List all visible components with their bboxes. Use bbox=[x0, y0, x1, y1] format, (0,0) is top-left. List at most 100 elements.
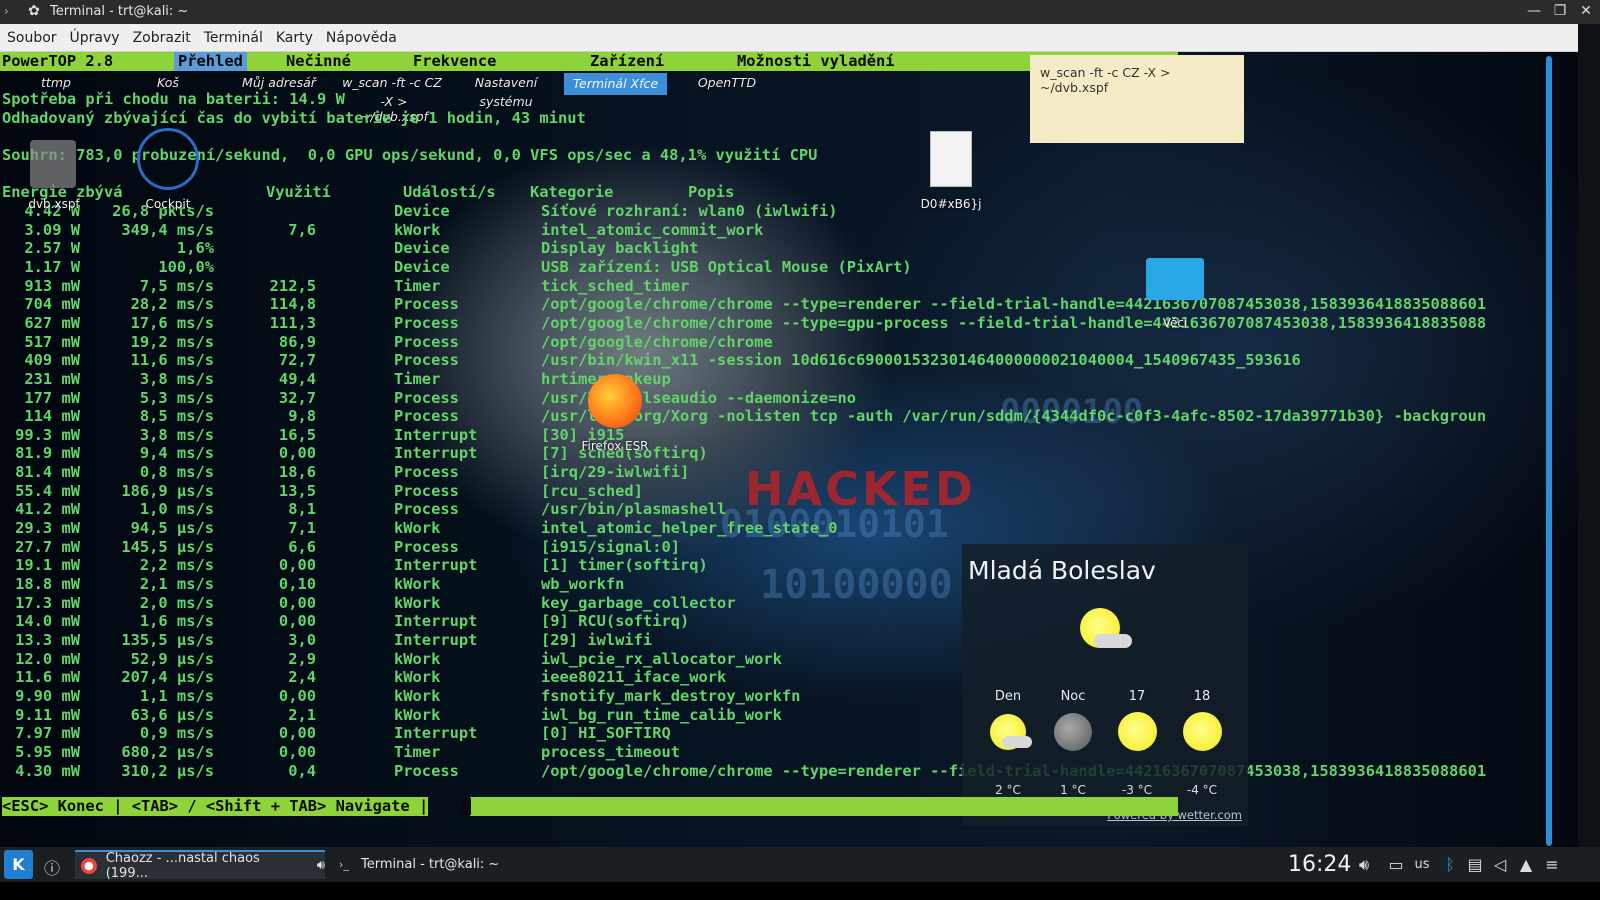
cell-events: 2,1 bbox=[288, 705, 316, 724]
sun-icon bbox=[1118, 712, 1157, 751]
cell-category: Timer bbox=[394, 369, 441, 388]
panel-item-ttmp[interactable]: ttmp bbox=[40, 75, 72, 90]
sticky-note[interactable]: w_scan -ft -c CZ -X > ~/dvb.xspf bbox=[1030, 55, 1244, 143]
audio-icon[interactable]: ◁ bbox=[1490, 855, 1510, 874]
cell-events: 114,8 bbox=[269, 295, 316, 314]
tab-prehled[interactable]: Přehled bbox=[174, 52, 247, 71]
cell-events: 0,00 bbox=[278, 742, 316, 761]
cell-description: /opt/google/chrome/chrome bbox=[541, 332, 773, 351]
cell-energy: 114 mW bbox=[24, 407, 80, 426]
cell-events: 2,9 bbox=[288, 649, 316, 668]
menu-terminal[interactable]: Terminál bbox=[204, 30, 263, 46]
cell-events: 9,8 bbox=[288, 407, 316, 426]
music-file-icon[interactable] bbox=[30, 140, 76, 188]
weather-widget: Mladá Boleslav Den Noc 17 18 2 °C 1 °C -… bbox=[962, 544, 1248, 826]
panel-item-nastaveni-line2[interactable]: systému bbox=[474, 94, 538, 109]
weather-day-temp: -3 °C bbox=[1121, 783, 1153, 797]
cell-energy: 27.7 mW bbox=[15, 537, 80, 556]
alert-icon[interactable]: ⓘ bbox=[42, 855, 62, 879]
desktop-label-cockpit[interactable]: Cockpit bbox=[140, 197, 196, 211]
tab-zarizeni[interactable]: Zařízení bbox=[590, 52, 664, 71]
panel-item-muj-adresar[interactable]: Můj adresář bbox=[240, 75, 318, 90]
taskbar-task-chrome[interactable]: ● Chaozz - ...nastal chaos (199... 🔊︎ bbox=[75, 850, 325, 881]
document-icon[interactable] bbox=[930, 131, 972, 187]
expand-tray-icon[interactable]: ▲ bbox=[1516, 855, 1536, 874]
cell-description: [30] i915 bbox=[541, 425, 625, 444]
cell-events: 49,4 bbox=[278, 369, 316, 388]
desktop-label-folder[interactable]: Věci bbox=[1150, 316, 1200, 330]
cell-energy: 9.11 mW bbox=[15, 705, 80, 724]
battery-icon[interactable]: ▭ bbox=[1386, 855, 1406, 874]
menu-icon[interactable]: ≡ bbox=[1542, 855, 1562, 874]
volume-icon[interactable]: 🔊︎ bbox=[1354, 855, 1374, 875]
cloud-icon bbox=[1002, 736, 1032, 748]
menu-upravy[interactable]: Úpravy bbox=[70, 30, 120, 46]
cell-events: 0,10 bbox=[278, 575, 316, 593]
clipboard-icon[interactable]: ▤ bbox=[1465, 855, 1485, 874]
cell-category: Interrupt bbox=[394, 444, 478, 463]
cell-events: 7,6 bbox=[288, 220, 316, 239]
taskbar-task-terminal[interactable]: ›_ Terminal - trt@kali: ~ bbox=[330, 850, 580, 879]
cell-description: /opt/google/chrome/chrome --type=gpu-pro… bbox=[541, 313, 1487, 332]
menu-napoveda[interactable]: Nápověda bbox=[326, 30, 397, 46]
cell-category: kWork bbox=[394, 220, 441, 239]
cell-category: kWork bbox=[394, 575, 441, 593]
cell-description: [rcu_sched] bbox=[541, 481, 643, 500]
maximize-button[interactable]: ❐ bbox=[1552, 2, 1568, 20]
cell-usage: 2,2 ms/s bbox=[139, 556, 214, 575]
cell-usage: 28,2 ms/s bbox=[130, 295, 214, 314]
header-kategorie: Kategorie bbox=[530, 183, 614, 201]
cell-category: Process bbox=[394, 351, 459, 370]
cell-usage: 3,8 ms/s bbox=[139, 369, 214, 388]
firefox-icon[interactable] bbox=[588, 374, 642, 428]
cell-usage: 100,0% bbox=[158, 257, 214, 276]
cell-events: 0,4 bbox=[288, 761, 316, 780]
cell-energy: 913 mW bbox=[24, 276, 80, 295]
summary-line: Souhrn: 783,0 probuzení/sekund, 0,0 GPU … bbox=[2, 146, 818, 164]
cell-category: Interrupt bbox=[394, 724, 478, 743]
application-launcher-icon[interactable]: K bbox=[4, 850, 33, 879]
menu-zobrazit[interactable]: Zobrazit bbox=[133, 30, 191, 46]
cockpit-icon[interactable] bbox=[137, 128, 199, 190]
cell-energy: 41.2 mW bbox=[15, 500, 80, 519]
terminal-scrollbar[interactable] bbox=[1546, 56, 1552, 846]
cell-usage: 1,0 ms/s bbox=[139, 500, 214, 519]
menu-karty[interactable]: Karty bbox=[276, 30, 313, 46]
minimize-button[interactable]: — bbox=[1526, 2, 1542, 20]
cell-category: Timer bbox=[394, 276, 441, 295]
cell-description: Síťové rozhraní: wlan0 (iwlwifi) bbox=[541, 202, 838, 220]
panel-item-nastaveni[interactable]: Nastavení bbox=[470, 75, 542, 90]
panel-item-openttd[interactable]: OpenTTD bbox=[696, 75, 758, 90]
cell-energy: 18.8 mW bbox=[15, 575, 80, 593]
window-titlebar: › ✿ Terminal - trt@kali: ~ — ❐ ✕ bbox=[0, 0, 1600, 24]
chevron-right-icon[interactable]: › bbox=[4, 4, 9, 18]
desktop-label-firefox[interactable]: Firefox ESR bbox=[576, 439, 654, 453]
cell-usage: 680,2 µs/s bbox=[121, 742, 214, 761]
bluetooth-icon[interactable]: ᛒ bbox=[1440, 855, 1460, 874]
keyboard-layout[interactable]: us bbox=[1412, 857, 1432, 872]
cell-category: Process bbox=[394, 500, 459, 519]
tab-necinne[interactable]: Nečinné bbox=[286, 52, 351, 71]
tab-frekvence[interactable]: Frekvence bbox=[413, 52, 496, 71]
tab-moznosti-vyladeni[interactable]: Možnosti vyladění bbox=[737, 52, 895, 71]
panel-item-wscan[interactable]: w_scan -ft -c CZ bbox=[340, 75, 444, 90]
clock[interactable]: 16:24 bbox=[1288, 852, 1351, 877]
panel-item-terminal-xfce[interactable]: Terminál Xfce bbox=[564, 73, 667, 95]
cell-category: Interrupt bbox=[394, 612, 478, 631]
cell-usage: 0,8 ms/s bbox=[139, 463, 214, 482]
cell-category: Process bbox=[394, 407, 459, 426]
cell-category: Process bbox=[394, 295, 459, 314]
cell-energy: 14.0 mW bbox=[15, 612, 80, 631]
desktop-label-dvb[interactable]: dvb.xspf bbox=[22, 197, 86, 211]
close-button[interactable]: ✕ bbox=[1578, 2, 1594, 20]
panel-item-kos[interactable]: Koš bbox=[156, 75, 180, 90]
cell-description: /usr/bin/plasmashell bbox=[541, 500, 727, 519]
desktop-label-doc[interactable]: D0#xB6}j bbox=[916, 197, 986, 211]
folder-icon[interactable] bbox=[1146, 258, 1204, 300]
taskbar: K ⓘ ● Chaozz - ...nastal chaos (199... 🔊… bbox=[0, 847, 1600, 882]
cell-events: 16,5 bbox=[278, 425, 316, 444]
window-controls: — ❐ ✕ bbox=[1526, 2, 1594, 20]
cell-energy: 1.17 W bbox=[24, 257, 80, 276]
menu-soubor[interactable]: Soubor bbox=[7, 30, 57, 46]
cell-events: 0,00 bbox=[278, 686, 316, 705]
